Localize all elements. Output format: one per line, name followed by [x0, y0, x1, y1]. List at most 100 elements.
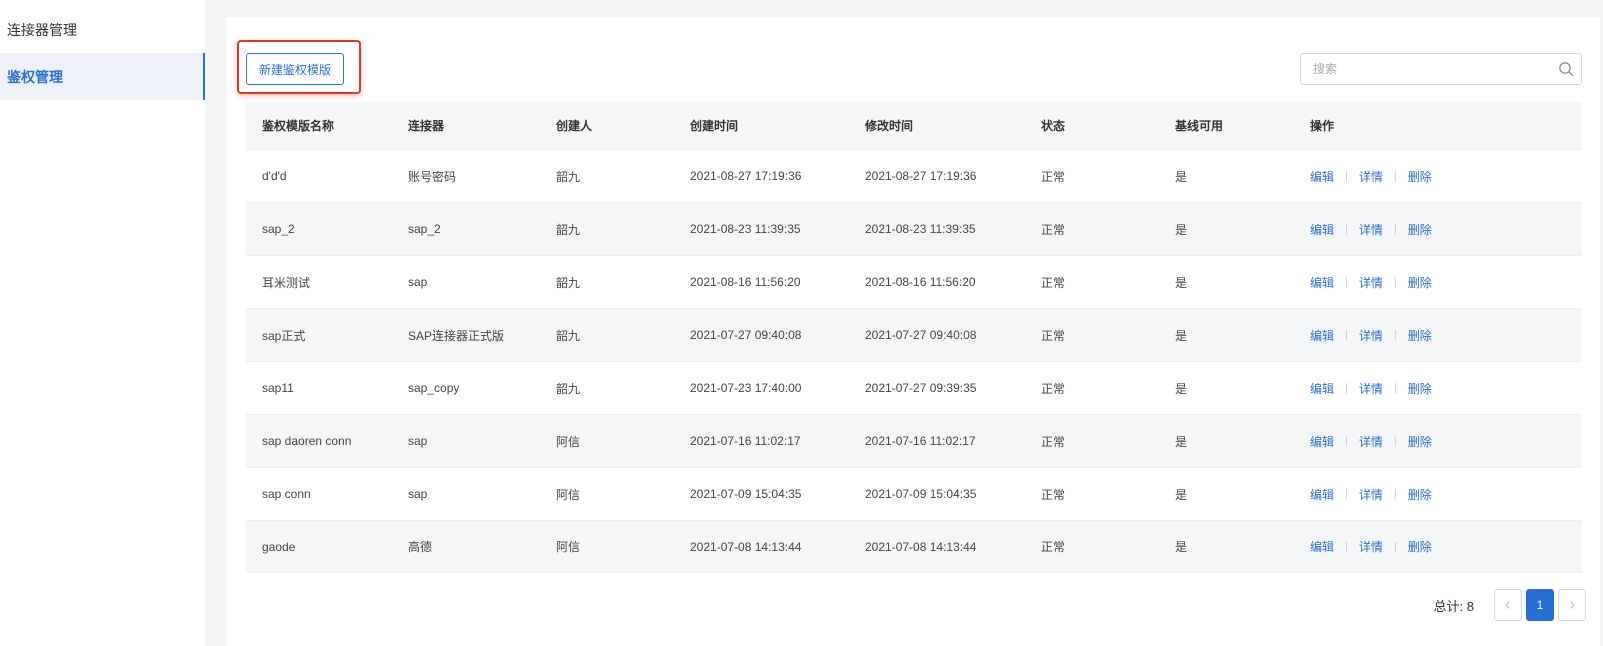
action-separator: |: [1393, 540, 1397, 553]
cell-creator: 韶九: [556, 275, 581, 290]
detail-link[interactable]: 详情: [1359, 433, 1383, 450]
row-actions: 编辑 | 详情 | 删除: [1310, 486, 1582, 503]
cell-baseline: 是: [1175, 275, 1188, 290]
action-separator: |: [1345, 382, 1348, 394]
row-actions: 编辑 | 详情 | 删除: [1310, 221, 1582, 238]
edit-link[interactable]: 编辑: [1310, 168, 1334, 185]
table-row: sap_2 sap_2 韶九 2021-08-23 11:39:35 2021-08-2…: [246, 202, 1582, 255]
column-header-creator: 创建人: [556, 119, 593, 133]
cell-connector: sap: [408, 487, 428, 501]
search-icon[interactable]: [1558, 61, 1574, 77]
action-separator: |: [1393, 488, 1397, 500]
delete-link[interactable]: 删除: [1408, 274, 1432, 291]
edit-link[interactable]: 编辑: [1310, 433, 1334, 450]
search-box: [1300, 53, 1582, 85]
cell-created: 2021-08-16 11:56:20: [690, 275, 801, 289]
table-header: 鉴权模版名称 连接器 创建人 创建时间 修改时间 状态 基线可用 操作: [246, 102, 1582, 149]
cell-connector: sap_2: [408, 222, 441, 236]
cell-creator: 阿信: [556, 540, 581, 554]
detail-link[interactable]: 详情: [1359, 274, 1383, 291]
cell-name: gaode: [262, 539, 296, 554]
new-auth-template-button[interactable]: 新建鉴权模版: [246, 53, 344, 85]
table-row: sap11 sap_copy 韶九 2021-07-23 17:40:00 2021-0…: [246, 361, 1582, 414]
table-row: 耳米测试 sap 韶九 2021-08-16 11:56:20 2021-08-16 1…: [246, 255, 1582, 308]
column-header-baseline: 基线可用: [1175, 119, 1224, 133]
delete-link[interactable]: 删除: [1408, 327, 1432, 344]
column-header-name: 鉴权模版名称: [262, 119, 335, 133]
cell-modified: 2021-08-16 11:56:20: [865, 275, 976, 289]
column-header-connector: 连接器: [408, 119, 445, 133]
search-input[interactable]: [1301, 54, 1549, 84]
delete-link[interactable]: 删除: [1408, 168, 1432, 185]
cell-created: 2021-07-16 11:02:17: [690, 434, 801, 448]
row-actions: 编辑 | 详情 | 删除: [1310, 380, 1582, 397]
cell-connector: sap: [408, 434, 428, 448]
edit-link[interactable]: 编辑: [1310, 538, 1334, 555]
cell-modified: 2021-08-27 17:19:36: [865, 169, 977, 183]
detail-link[interactable]: 详情: [1359, 221, 1383, 238]
delete-link[interactable]: 删除: [1408, 538, 1432, 555]
row-actions: 编辑 | 详情 | 删除: [1310, 327, 1582, 344]
action-separator: |: [1393, 435, 1397, 447]
cell-baseline: 是: [1175, 328, 1188, 343]
cell-creator: 韶九: [556, 222, 581, 237]
action-separator: |: [1345, 329, 1348, 341]
cell-status: 正常: [1041, 487, 1066, 502]
cell-created: 2021-07-09 15:04:35: [690, 487, 802, 501]
cell-status: 正常: [1041, 540, 1066, 554]
delete-link[interactable]: 删除: [1408, 380, 1432, 397]
cell-connector: 高德: [408, 540, 433, 554]
cell-baseline: 是: [1175, 169, 1188, 184]
sidebar-item-connector-management[interactable]: 连接器管理: [0, 6, 205, 53]
action-separator: |: [1393, 276, 1397, 288]
cell-name: sap正式: [262, 328, 306, 343]
cell-created: 2021-07-08 14:13:44: [690, 539, 802, 554]
cell-connector: sap_copy: [408, 381, 460, 395]
new-button-label: 新建鉴权模版: [258, 62, 331, 77]
delete-link[interactable]: 删除: [1408, 221, 1432, 238]
next-page-button[interactable]: [1558, 589, 1586, 621]
cell-connector: sap: [408, 275, 428, 289]
detail-link[interactable]: 详情: [1359, 327, 1383, 344]
edit-link[interactable]: 编辑: [1310, 221, 1334, 238]
cell-creator: 韶九: [556, 328, 581, 343]
delete-link[interactable]: 删除: [1408, 486, 1432, 503]
edit-link[interactable]: 编辑: [1310, 327, 1334, 344]
prev-page-button[interactable]: [1494, 589, 1522, 621]
row-actions: 编辑 | 详情 | 删除: [1310, 538, 1582, 555]
main-panel: 新建鉴权模版 鉴权模版名称 连接器 创建人 创建时间 修改时间 状态 基线可用 …: [226, 17, 1600, 646]
cell-status: 正常: [1041, 381, 1066, 396]
delete-link[interactable]: 删除: [1408, 433, 1432, 450]
column-header-actions: 操作: [1310, 119, 1335, 133]
action-separator: |: [1345, 488, 1348, 500]
table-row: gaode 高德 阿信 2021-07-08 14:13:44 2021-07-08 1…: [246, 520, 1582, 573]
table-row: d'd'd 账号密码 韶九 2021-08-27 17:19:36 2021-08-27…: [246, 149, 1582, 202]
table-row: sap daoren conn sap 阿信 2021-07-16 11:02:17 2…: [246, 414, 1582, 467]
cell-connector: 账号密码: [408, 169, 457, 184]
cell-baseline: 是: [1175, 487, 1188, 502]
chevron-left-icon: [1505, 601, 1510, 609]
cell-name: sap conn: [262, 487, 311, 501]
cell-modified: 2021-07-16 11:02:17: [865, 434, 976, 448]
cell-modified: 2021-08-23 11:39:35: [865, 222, 976, 236]
page-button-current[interactable]: 1: [1526, 589, 1554, 621]
action-separator: |: [1345, 435, 1348, 447]
detail-link[interactable]: 详情: [1359, 538, 1383, 555]
cell-name: d'd'd: [262, 169, 287, 183]
column-header-modified: 修改时间: [865, 119, 914, 133]
sidebar-item-auth-management[interactable]: 鉴权管理: [0, 53, 205, 100]
edit-link[interactable]: 编辑: [1310, 274, 1334, 291]
edit-link[interactable]: 编辑: [1310, 380, 1334, 397]
column-header-status: 状态: [1041, 119, 1066, 133]
detail-link[interactable]: 详情: [1359, 486, 1383, 503]
cell-modified: 2021-07-27 09:39:35: [865, 381, 977, 395]
cell-created: 2021-08-23 11:39:35: [690, 222, 801, 236]
edit-link[interactable]: 编辑: [1310, 486, 1334, 503]
sidebar-item-label: 连接器管理: [7, 21, 77, 38]
detail-link[interactable]: 详情: [1359, 168, 1383, 185]
detail-link[interactable]: 详情: [1359, 380, 1383, 397]
cell-modified: 2021-07-08 14:13:44: [865, 539, 977, 554]
cell-creator: 韶九: [556, 169, 581, 184]
cell-created: 2021-08-27 17:19:36: [690, 169, 802, 183]
auth-template-table: 鉴权模版名称 连接器 创建人 创建时间 修改时间 状态 基线可用 操作 d'd'…: [246, 102, 1582, 573]
